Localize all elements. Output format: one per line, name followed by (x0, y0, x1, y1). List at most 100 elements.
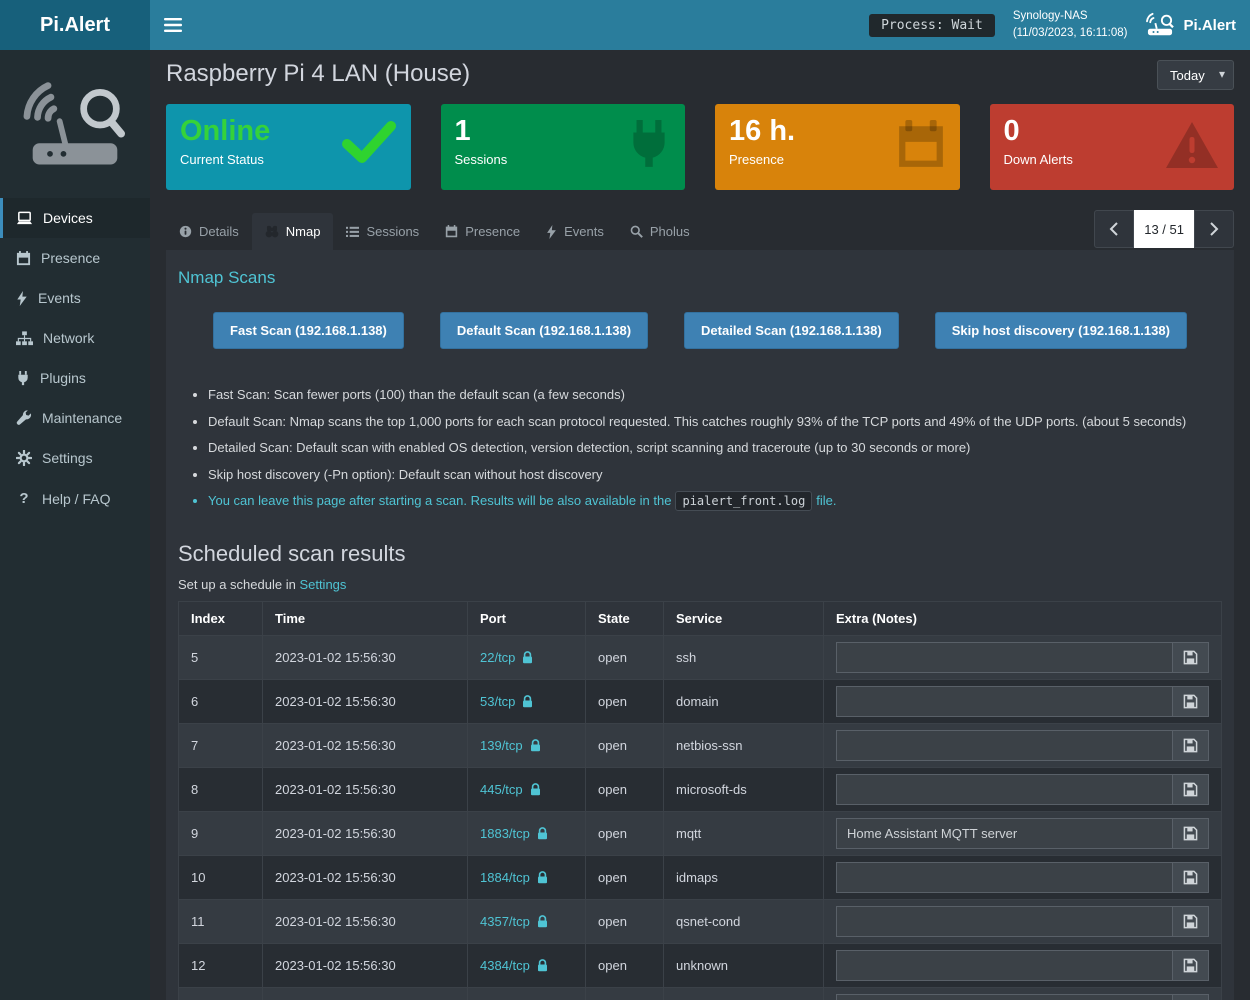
port-link[interactable]: 53/tcp (480, 694, 515, 709)
port-link[interactable]: 445/tcp (480, 782, 523, 797)
sidebar-item-plugins[interactable]: Plugins (0, 358, 150, 398)
cell-state: open (586, 767, 664, 811)
detailed-scan-button[interactable]: Detailed Scan (192.168.1.138) (684, 312, 899, 349)
tab-nmap[interactable]: Nmap (252, 213, 334, 250)
sidebar-item-label: Network (43, 330, 94, 346)
col-state: State (586, 601, 664, 635)
cell-extra-notes (824, 767, 1222, 811)
top-navbar: Pi.Alert Process: Wait Synology-NAS (11/… (0, 0, 1250, 50)
fast-scan-button[interactable]: Fast Scan (192.168.1.138) (213, 312, 404, 349)
cell-port: 1884/tcp (468, 855, 586, 899)
cell-extra-notes (824, 899, 1222, 943)
schedule-hint-text: Set up a schedule in (178, 577, 296, 592)
cell-time: 2023-01-02 15:56:30 (263, 987, 468, 1000)
tab-sessions[interactable]: Sessions (333, 213, 432, 250)
note-input[interactable] (836, 686, 1173, 717)
cell-port: 4384/tcp (468, 943, 586, 987)
sidebar-item-maintenance[interactable]: Maintenance (0, 398, 150, 438)
port-link[interactable]: 1883/tcp (480, 826, 530, 841)
cell-index: 6 (179, 679, 263, 723)
table-header-row: Index Time Port State Service Extra (Not… (179, 601, 1222, 635)
sidebar-item-label: Events (38, 290, 81, 306)
port-link[interactable]: 1884/tcp (480, 870, 530, 885)
cell-time: 2023-01-02 15:56:30 (263, 635, 468, 679)
period-select[interactable]: Today (1157, 60, 1234, 90)
default-scan-button[interactable]: Default Scan (192.168.1.138) (440, 312, 648, 349)
calendar-icon (16, 251, 31, 266)
save-note-button[interactable] (1173, 818, 1209, 849)
port-link[interactable]: 22/tcp (480, 650, 515, 665)
save-note-button[interactable] (1173, 906, 1209, 937)
sidebar-item-settings[interactable]: Settings (0, 438, 150, 478)
prev-device-button[interactable] (1094, 210, 1134, 248)
laptop-icon (16, 211, 33, 226)
log-hint-tail: file. (816, 493, 836, 508)
sidebar: Devices Presence Events Network Plugins … (0, 50, 150, 1000)
sidebar-item-events[interactable]: Events (0, 278, 150, 318)
scan-note: Fast Scan: Scan fewer ports (100) than t… (208, 385, 1222, 405)
app-logo[interactable]: Pi.Alert (0, 0, 150, 50)
table-row: 13 2023-01-02 15:56:30 8123/tcp open pol… (179, 987, 1222, 1000)
sidebar-toggle-button[interactable] (150, 0, 196, 50)
port-link[interactable]: 4384/tcp (480, 958, 530, 973)
tab-label: Pholus (650, 224, 690, 239)
next-device-button[interactable] (1194, 210, 1234, 248)
tab-pholus[interactable]: Pholus (617, 213, 703, 250)
skip-host-discovery-button[interactable]: Skip host discovery (192.168.1.138) (935, 312, 1187, 349)
cell-time: 2023-01-02 15:56:30 (263, 899, 468, 943)
cell-extra-notes (824, 855, 1222, 899)
note-input[interactable] (836, 906, 1173, 937)
cell-state: open (586, 987, 664, 1000)
sidebar-item-network[interactable]: Network (0, 318, 150, 358)
cell-state: open (586, 723, 664, 767)
port-link[interactable]: 139/tcp (480, 738, 523, 753)
info-boxes: Online Current Status 1 Sessions 16 h. P… (166, 104, 1234, 190)
cell-service: qsnet-cond (664, 899, 824, 943)
lock-icon (530, 783, 541, 796)
note-input[interactable] (836, 862, 1173, 893)
save-note-button[interactable] (1173, 686, 1209, 717)
save-note-button[interactable] (1173, 730, 1209, 761)
router-logo-icon (1145, 12, 1175, 38)
nmap-tab-panel: Nmap Scans Fast Scan (192.168.1.138) Def… (166, 250, 1234, 1000)
port-link[interactable]: 4357/tcp (480, 914, 530, 929)
cell-service: ssh (664, 635, 824, 679)
cell-service: domain (664, 679, 824, 723)
note-input[interactable] (836, 950, 1173, 981)
cell-index: 9 (179, 811, 263, 855)
sidebar-item-label: Presence (41, 250, 100, 266)
down-alerts-box: 0 Down Alerts (990, 104, 1235, 190)
save-note-button[interactable] (1173, 642, 1209, 673)
status-box: Online Current Status (166, 104, 411, 190)
tab-presence[interactable]: Presence (432, 213, 533, 250)
cell-state: open (586, 899, 664, 943)
plug-icon (16, 371, 30, 386)
lock-icon (537, 959, 548, 972)
sidebar-item-help[interactable]: ? Help / FAQ (0, 478, 150, 519)
settings-link[interactable]: Settings (299, 577, 346, 592)
save-note-button[interactable] (1173, 862, 1209, 893)
cell-port: 1883/tcp (468, 811, 586, 855)
save-note-button[interactable] (1173, 994, 1209, 1000)
table-row: 11 2023-01-02 15:56:30 4357/tcp open qsn… (179, 899, 1222, 943)
question-icon: ? (16, 490, 32, 507)
cell-time: 2023-01-02 15:56:30 (263, 855, 468, 899)
sidebar-item-devices[interactable]: Devices (0, 198, 150, 238)
save-note-button[interactable] (1173, 774, 1209, 805)
note-input[interactable] (836, 818, 1173, 849)
tab-details[interactable]: Details (166, 213, 252, 250)
note-input[interactable] (836, 774, 1173, 805)
table-row: 6 2023-01-02 15:56:30 53/tcp open domain (179, 679, 1222, 723)
info-icon (179, 225, 192, 238)
header-brand: Pi.Alert (1145, 12, 1236, 38)
list-icon (346, 226, 359, 238)
tab-events[interactable]: Events (533, 213, 617, 250)
save-note-button[interactable] (1173, 950, 1209, 981)
cell-extra-notes (824, 723, 1222, 767)
sidebar-item-presence[interactable]: Presence (0, 238, 150, 278)
note-input[interactable] (836, 642, 1173, 673)
note-input[interactable] (836, 730, 1173, 761)
note-input[interactable] (836, 994, 1173, 1000)
col-port: Port (468, 601, 586, 635)
main-content: Raspberry Pi 4 LAN (House) Today Online … (150, 50, 1250, 1000)
